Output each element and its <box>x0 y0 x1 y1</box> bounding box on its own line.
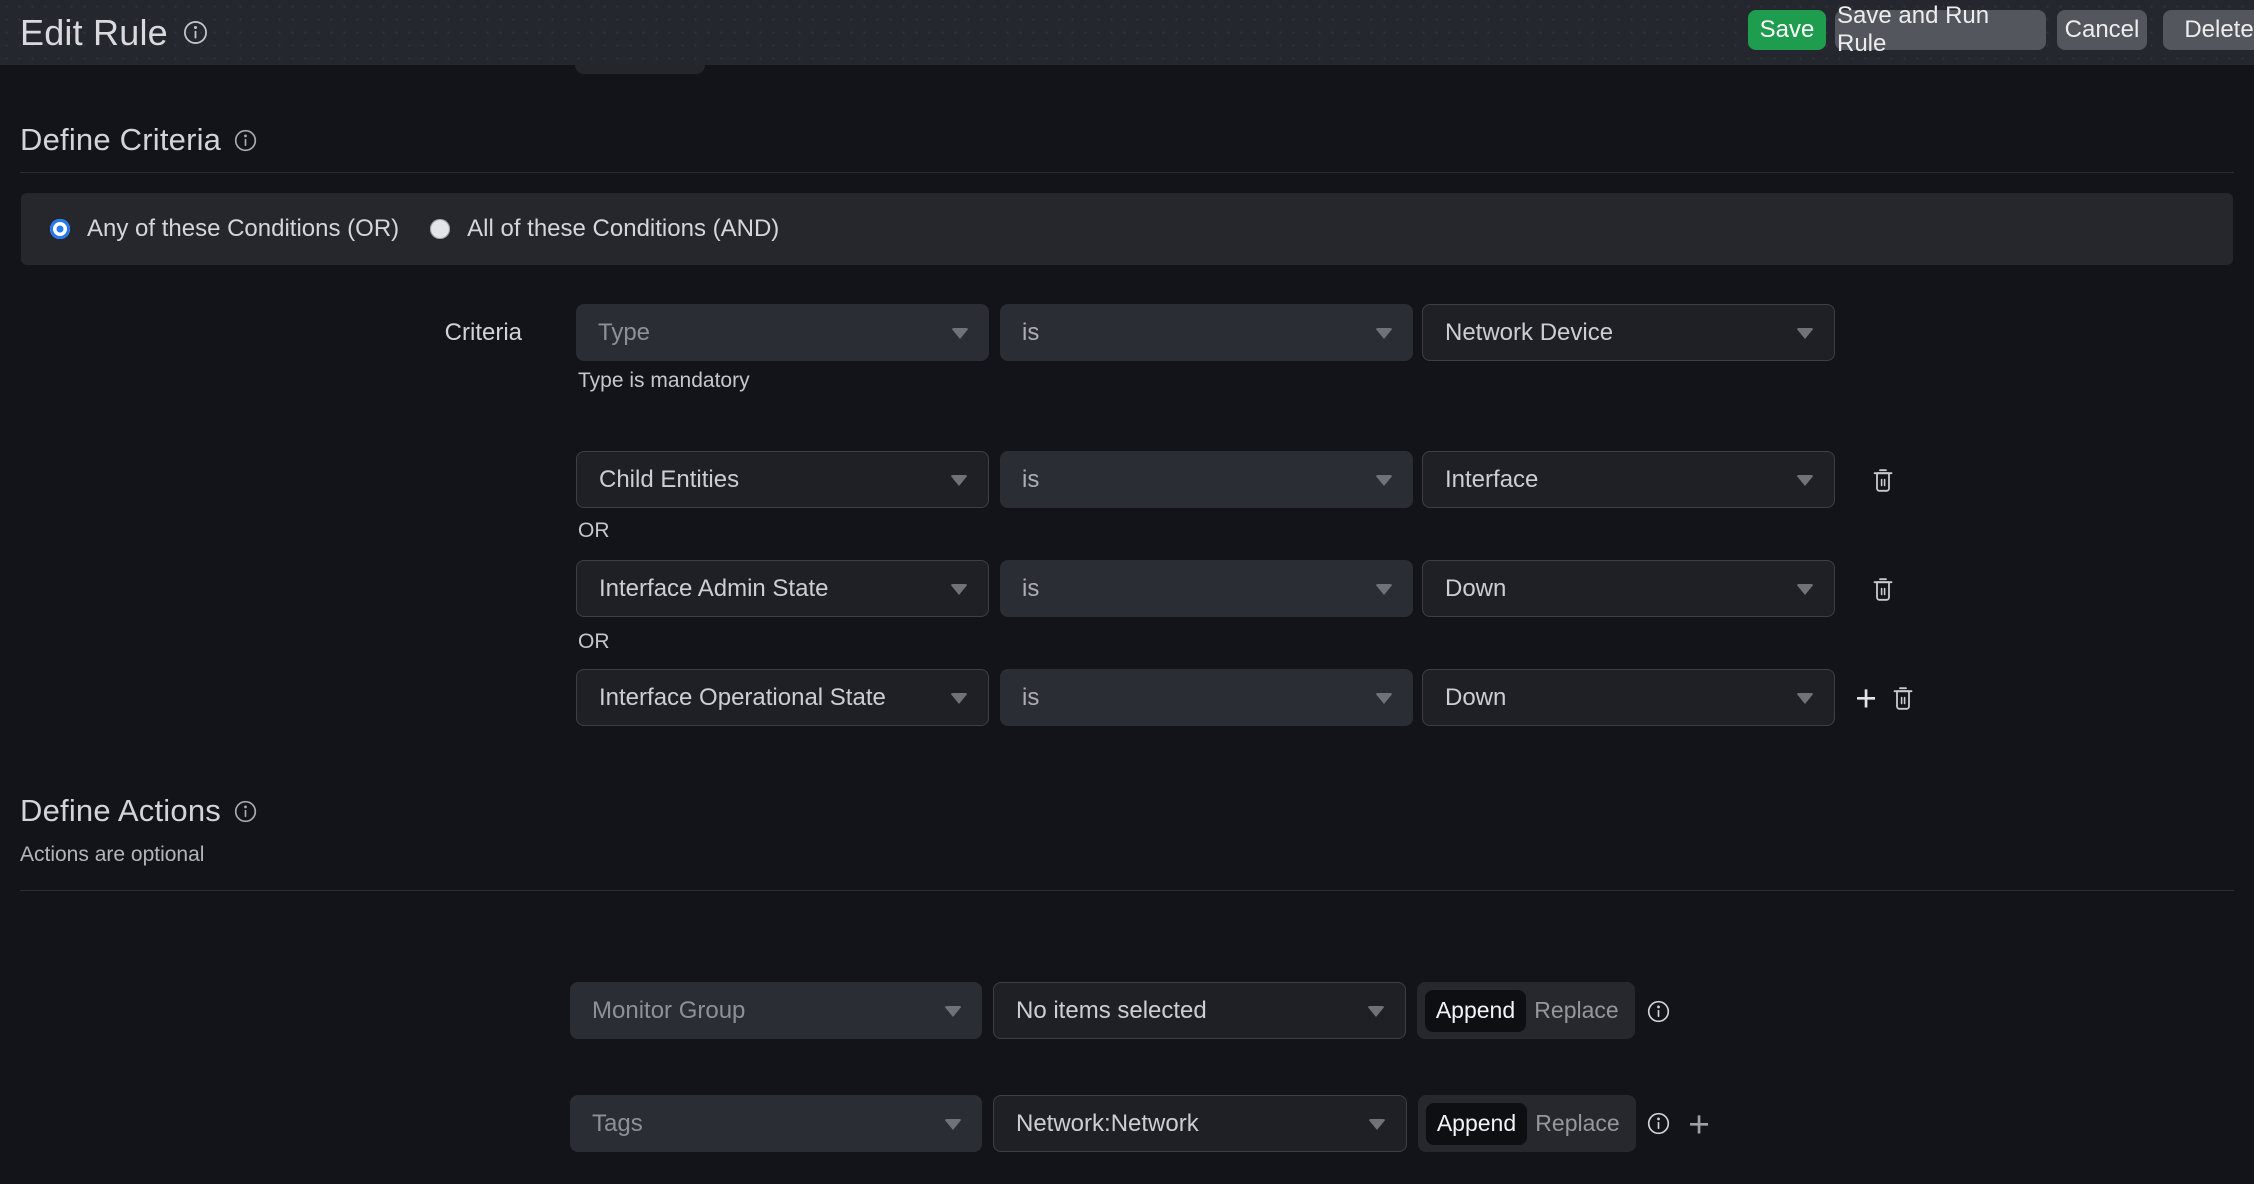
replace-segment[interactable]: Replace <box>1527 1110 1628 1137</box>
action-value-text: No items selected <box>1016 997 1207 1025</box>
field-value: Interface Operational State <box>599 684 886 712</box>
field-value: Child Entities <box>599 466 739 494</box>
action-field-select[interactable]: Monitor Group <box>570 982 982 1039</box>
chevron-down-icon <box>1796 584 1814 595</box>
page-title-text: Edit Rule <box>20 12 168 54</box>
replace-segment[interactable]: Replace <box>1526 997 1627 1024</box>
radio-any-label: Any of these Conditions (OR) <box>87 215 399 243</box>
chevron-down-icon <box>951 328 969 339</box>
define-actions-heading-text: Define Actions <box>20 793 221 829</box>
actions-subtitle: Actions are optional <box>20 843 204 867</box>
info-icon-button[interactable] <box>1646 1111 1671 1136</box>
criteria-field-select[interactable]: Interface Admin State <box>576 560 989 617</box>
info-icon <box>1646 999 1671 1024</box>
condition-match-panel: Any of these Conditions (OR) All of thes… <box>21 193 2233 265</box>
divider <box>20 172 2234 173</box>
operator-value: is <box>1022 466 1039 494</box>
field-value: Interface Admin State <box>599 575 828 603</box>
criteria-value-select[interactable]: Down <box>1422 560 1835 617</box>
validation-message: Type is mandatory <box>578 369 750 393</box>
append-segment[interactable]: Append <box>1425 990 1526 1032</box>
operator-value: is <box>1022 575 1039 603</box>
value-text: Down <box>1445 575 1506 603</box>
chevron-down-icon <box>1375 693 1393 704</box>
edit-rule-page: Edit Rule Save Save and Run Rule Cancel … <box>0 0 2254 1184</box>
chevron-down-icon <box>1375 584 1393 595</box>
radio-selected-icon[interactable] <box>50 219 70 239</box>
chevron-down-icon <box>1375 475 1393 486</box>
or-joiner-label: OR <box>578 519 610 543</box>
action-field-placeholder: Monitor Group <box>592 997 745 1025</box>
append-replace-toggle: Append Replace <box>1417 982 1635 1039</box>
criteria-row-label: Criteria <box>420 304 522 361</box>
criteria-value-select[interactable]: Network Device <box>1422 304 1835 361</box>
action-value-select[interactable]: Network:Network <box>993 1095 1407 1152</box>
save-button[interactable]: Save <box>1748 10 1826 50</box>
append-segment[interactable]: Append <box>1426 1103 1527 1145</box>
chevron-down-icon <box>950 693 968 704</box>
criteria-operator-select[interactable]: is <box>1000 304 1413 361</box>
criteria-field-select[interactable]: Type <box>576 304 989 361</box>
add-condition-button[interactable]: + <box>1849 679 1883 717</box>
define-criteria-heading: Define Criteria <box>20 122 258 158</box>
radio-any-conditions[interactable]: Any of these Conditions (OR) <box>50 215 399 243</box>
define-criteria-heading-text: Define Criteria <box>20 122 221 158</box>
chevron-down-icon <box>1796 693 1814 704</box>
info-icon-button[interactable] <box>1646 999 1671 1024</box>
action-field-select[interactable]: Tags <box>570 1095 982 1152</box>
chevron-down-icon <box>1368 1119 1386 1130</box>
radio-all-conditions[interactable]: All of these Conditions (AND) <box>430 215 779 243</box>
radio-all-label: All of these Conditions (AND) <box>467 215 779 243</box>
operator-value: is <box>1022 319 1039 347</box>
criteria-operator-select[interactable]: is <box>1000 560 1413 617</box>
action-field-placeholder: Tags <box>592 1110 643 1138</box>
delete-condition-button[interactable] <box>1871 576 1895 602</box>
save-and-run-rule-button[interactable]: Save and Run Rule <box>1835 10 2046 50</box>
criteria-operator-select[interactable]: is <box>1000 669 1413 726</box>
chevron-down-icon <box>1796 328 1814 339</box>
divider <box>20 890 2234 891</box>
chevron-down-icon <box>950 475 968 486</box>
top-bar: Edit Rule Save Save and Run Rule Cancel … <box>0 0 2254 65</box>
define-actions-heading: Define Actions <box>20 793 258 829</box>
criteria-value-select[interactable]: Interface <box>1422 451 1835 508</box>
trash-icon <box>1891 685 1915 711</box>
criteria-value-select[interactable]: Down <box>1422 669 1835 726</box>
delete-condition-button[interactable] <box>1871 467 1895 493</box>
action-value-text: Network:Network <box>1016 1110 1199 1138</box>
chevron-down-icon <box>1367 1006 1385 1017</box>
radio-unselected-icon[interactable] <box>430 219 450 239</box>
chevron-down-icon <box>944 1006 962 1017</box>
criteria-operator-select[interactable]: is <box>1000 451 1413 508</box>
criteria-field-select[interactable]: Child Entities <box>576 451 989 508</box>
plus-icon: + <box>1855 680 1877 717</box>
info-icon <box>1646 1111 1671 1136</box>
delete-button[interactable]: Delete <box>2163 10 2254 50</box>
criteria-field-select[interactable]: Interface Operational State <box>576 669 989 726</box>
page-title: Edit Rule <box>20 0 209 65</box>
action-value-select[interactable]: No items selected <box>993 982 1406 1039</box>
scrolled-element-remnant <box>575 65 705 74</box>
plus-icon: + <box>1688 1106 1710 1143</box>
info-icon[interactable] <box>233 128 258 153</box>
add-action-button[interactable]: + <box>1682 1105 1716 1143</box>
info-icon[interactable] <box>182 19 209 46</box>
value-text: Network Device <box>1445 319 1613 347</box>
value-text: Down <box>1445 684 1506 712</box>
value-text: Interface <box>1445 466 1538 494</box>
info-icon[interactable] <box>233 799 258 824</box>
operator-value: is <box>1022 684 1039 712</box>
append-replace-toggle: Append Replace <box>1418 1095 1636 1152</box>
trash-icon <box>1871 467 1895 493</box>
cancel-button[interactable]: Cancel <box>2057 10 2147 50</box>
or-joiner-label: OR <box>578 630 610 654</box>
trash-icon <box>1871 576 1895 602</box>
chevron-down-icon <box>944 1119 962 1130</box>
chevron-down-icon <box>950 584 968 595</box>
field-select-placeholder: Type <box>598 319 650 347</box>
delete-condition-button[interactable] <box>1891 685 1915 711</box>
chevron-down-icon <box>1375 328 1393 339</box>
chevron-down-icon <box>1796 475 1814 486</box>
